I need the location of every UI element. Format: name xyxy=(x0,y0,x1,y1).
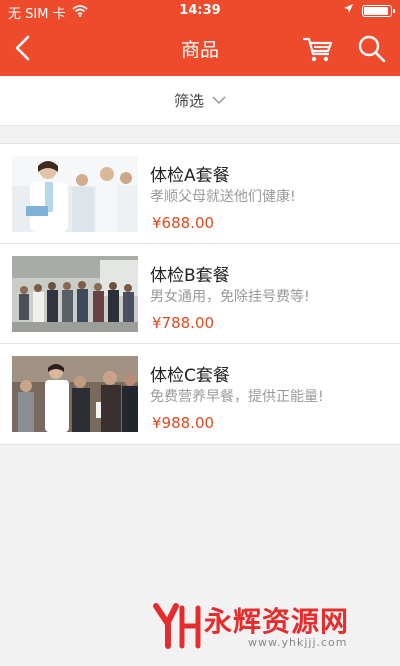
app-header: 无 SIM 卡 14:39 商品 xyxy=(0,0,400,76)
product-description: 男女通用，免除挂号费等! xyxy=(150,289,310,305)
product-thumbnail xyxy=(12,356,138,432)
cart-icon xyxy=(302,37,333,62)
search-icon xyxy=(358,35,386,63)
product-item[interactable]: 体检B套餐 男女通用，免除挂号费等! ¥788.00 xyxy=(0,244,400,344)
status-bar: 无 SIM 卡 14:39 xyxy=(0,0,400,22)
cart-button[interactable] xyxy=(302,35,334,63)
watermark-text: 永辉资源网 xyxy=(204,605,350,638)
page-title: 商品 xyxy=(180,39,219,61)
product-name: 体检A套餐 xyxy=(150,166,230,186)
filter-label: 筛选 xyxy=(173,92,204,110)
search-button[interactable] xyxy=(356,34,388,64)
nav-bar: 商品 xyxy=(0,22,400,76)
product-item[interactable]: 体检C套餐 免费营养早餐，提供正能量! ¥988.00 xyxy=(0,344,400,444)
product-price: ¥988.00 xyxy=(152,414,215,432)
product-item[interactable]: 体检A套餐 孝顺父母就送他们健康! ¥688.00 xyxy=(0,144,400,244)
product-thumbnail xyxy=(12,156,138,232)
battery-icon xyxy=(362,4,395,17)
product-price: ¥688.00 xyxy=(152,214,215,232)
product-description: 免费营养早餐，提供正能量! xyxy=(150,389,324,405)
watermark-url: www.yhkjjj.com xyxy=(248,636,348,649)
watermark-logo xyxy=(153,603,201,649)
watermark: 永辉资源网 www.yhkjjj.com xyxy=(150,598,390,654)
product-list: 体检A套餐 孝顺父母就送他们健康! ¥688.00 体检B套餐 男女通用，免除挂… xyxy=(0,143,400,445)
location-arrow-icon xyxy=(343,3,354,18)
product-thumbnail xyxy=(12,256,138,332)
product-price: ¥788.00 xyxy=(152,314,215,332)
product-name: 体检C套餐 xyxy=(150,366,230,386)
chevron-down-icon xyxy=(212,96,226,105)
status-time: 14:39 xyxy=(179,3,221,18)
product-name: 体检B套餐 xyxy=(150,266,230,286)
filter-button[interactable]: 筛选 xyxy=(0,76,400,126)
product-description: 孝顺父母就送他们健康! xyxy=(150,189,296,205)
